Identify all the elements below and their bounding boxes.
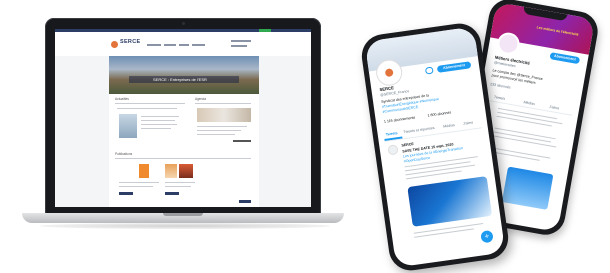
compose-tweet-icon[interactable]: + (480, 229, 494, 244)
following-count[interactable]: 1 116 abonnements (384, 115, 416, 124)
tab-tweets[interactable]: Tweets (386, 131, 398, 137)
publications-underline (115, 158, 251, 160)
nav-item[interactable] (179, 44, 189, 46)
laptop-opening-notch (163, 213, 203, 216)
news-text-line (141, 128, 171, 130)
publication-text-line (165, 182, 195, 184)
hero-caption: SERCE : Entreprises de l'ESR (153, 77, 207, 82)
profile-stat: 233 abonnés (489, 82, 511, 90)
section-title-news: Actualités (115, 97, 129, 101)
publication-button[interactable] (119, 192, 133, 195)
section-title-publications: Publications (115, 152, 133, 156)
header-link[interactable] (231, 45, 247, 47)
news-text-line (141, 120, 175, 122)
section-title-agenda: Agenda (195, 97, 206, 101)
nav-item[interactable] (147, 44, 161, 46)
publication-cover[interactable] (165, 164, 177, 178)
tweet-text-line (406, 170, 462, 180)
news-thumbnail[interactable] (119, 114, 137, 138)
follow-button[interactable]: Abonnement (549, 52, 581, 65)
tweet-avatar[interactable] (387, 144, 399, 156)
tweet-author: SERCE (401, 141, 415, 148)
publication-text-line (119, 182, 159, 184)
laptop-camera (182, 22, 185, 25)
agenda-text-line (197, 130, 241, 132)
agenda-underline (195, 103, 251, 105)
logo-icon (111, 41, 118, 48)
followers-count[interactable]: 1 800 abonnés (427, 110, 451, 117)
tab-likes[interactable]: J'aime (463, 120, 474, 126)
tab-media[interactable]: Médias (443, 123, 455, 129)
nav-item[interactable] (192, 44, 205, 46)
publication-cover[interactable] (139, 164, 149, 178)
agenda-text-line (197, 134, 235, 136)
agenda-image[interactable] (197, 108, 251, 122)
news-underline (115, 103, 185, 105)
laptop-screen: SERCE SERCE : Entreprises de l'ESR Actua… (55, 29, 311, 207)
see-all-button[interactable] (239, 200, 251, 203)
publication-text-line (119, 186, 153, 188)
site-content: Actualités Agenda Publications (109, 94, 259, 207)
laptop-shadow (40, 223, 330, 229)
notifications-bell-icon[interactable] (424, 66, 434, 75)
header-link[interactable] (231, 40, 251, 42)
publication-text-line (165, 186, 191, 188)
nav-item[interactable] (164, 44, 176, 46)
publication-cover[interactable] (179, 164, 193, 178)
tweet-media[interactable] (501, 166, 554, 210)
tab-likes[interactable]: J'aime (549, 105, 560, 111)
tab-media[interactable]: Médias (523, 100, 535, 106)
agenda-more-link[interactable] (233, 140, 251, 142)
site-logo-text: SERCE (120, 39, 141, 45)
tab-tweets[interactable]: Tweets (494, 95, 506, 101)
hero-banner (109, 56, 259, 94)
site-header: SERCE (55, 32, 311, 56)
news-headline[interactable] (117, 108, 177, 110)
publication-button[interactable] (165, 192, 179, 195)
news-text-line (141, 116, 179, 118)
follow-button[interactable]: Abonnement (436, 61, 472, 73)
agenda-text-line (197, 126, 247, 128)
serce-logo-icon (384, 68, 394, 78)
news-text-line (141, 124, 177, 126)
tweet-media[interactable] (407, 176, 493, 227)
